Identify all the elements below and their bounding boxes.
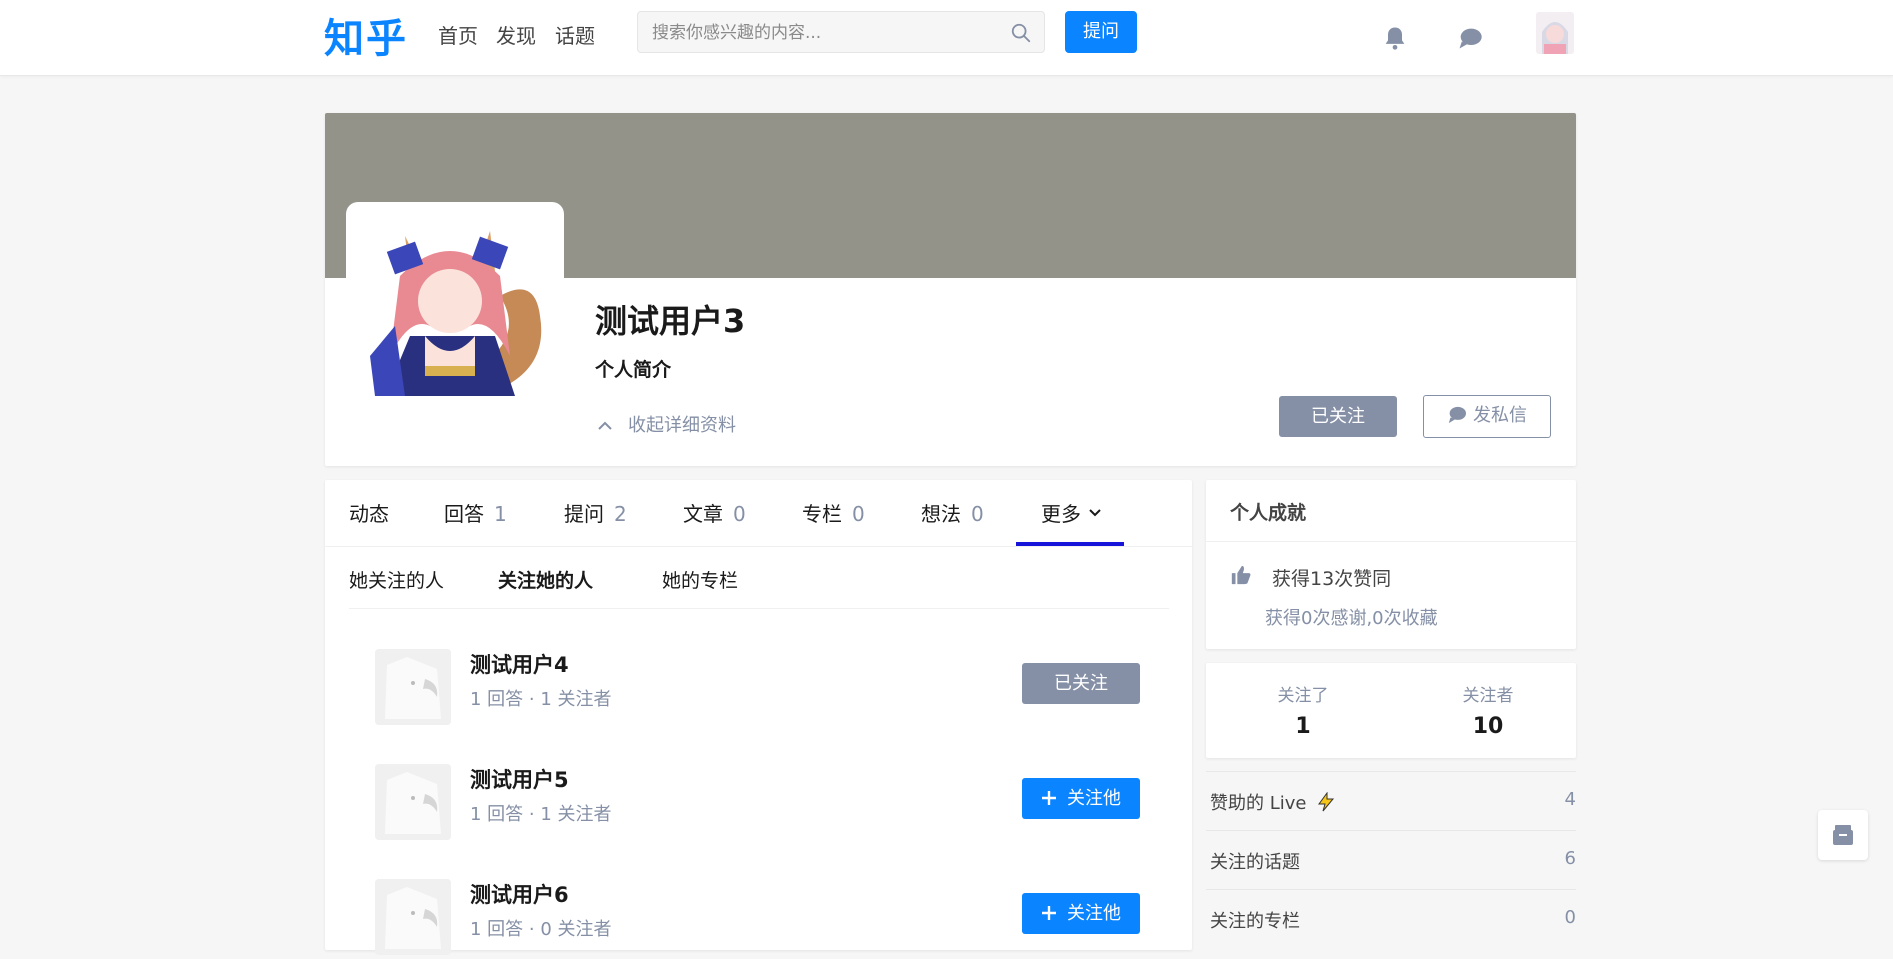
likes-received: 获得13次赞同: [1272, 568, 1392, 590]
lightning-icon: [1318, 791, 1335, 812]
followed-button[interactable]: 已关注: [1022, 663, 1140, 704]
profile-tabs: 动态 回答 1 提问 2 文章 0 专栏 0 想法 0 更多: [325, 480, 1192, 547]
inbox-icon: [1833, 825, 1853, 845]
main-content-card: 动态 回答 1 提问 2 文章 0 专栏 0 想法 0 更多 她关注的人 关注她的人 她的…: [325, 480, 1192, 955]
search-icon[interactable]: [1010, 22, 1032, 44]
user-name[interactable]: 测试用户4: [470, 649, 569, 679]
tab-more[interactable]: 更多: [1041, 498, 1102, 527]
tab-columns[interactable]: 专栏 0: [802, 498, 865, 527]
side-list-item-topics[interactable]: 关注的话题 6: [1206, 830, 1576, 890]
followers-label: 关注者: [1462, 686, 1514, 706]
floating-action-button[interactable]: [1818, 810, 1868, 860]
user-name[interactable]: 测试用户5: [470, 764, 569, 794]
chat-icon: [1448, 406, 1466, 424]
followers-stat[interactable]: 关注者 10: [1408, 681, 1568, 739]
followers-count: 10: [1472, 714, 1504, 739]
send-message-label: 发私信: [1473, 405, 1527, 426]
user-meta: 1 回答 · 1 关注者: [470, 804, 612, 825]
nav-topics[interactable]: 话题: [555, 20, 595, 49]
profile-header-card: 测试用户3 个人简介 收起详细资料 已关注 发私信: [325, 113, 1576, 466]
bio-label: 个人简介: [595, 359, 672, 381]
user-avatar[interactable]: [1536, 12, 1574, 54]
chevron-up-icon: [598, 421, 612, 430]
thumbs-up-icon: [1231, 565, 1251, 585]
following-stat[interactable]: 关注了 1: [1223, 681, 1383, 739]
tab-articles[interactable]: 文章 0: [683, 498, 746, 527]
list-item: 测试用户5 1 回答 · 1 关注者 关注他: [375, 764, 1145, 844]
user-avatar-placeholder[interactable]: [375, 764, 451, 840]
list-item: 测试用户4 1 回答 · 1 关注者 已关注: [375, 649, 1145, 729]
follow-button[interactable]: 关注他: [1022, 893, 1140, 934]
tab-thoughts[interactable]: 想法 0: [921, 498, 984, 527]
chevron-down-icon: [1089, 509, 1102, 517]
followed-button[interactable]: 已关注: [1279, 396, 1397, 437]
user-avatar-placeholder[interactable]: [375, 879, 451, 955]
collapse-details-label: 收起详细资料: [628, 415, 736, 436]
ask-question-button[interactable]: 提问: [1065, 11, 1137, 53]
list-item: 测试用户6 1 回答 · 0 关注者 关注他: [375, 879, 1145, 959]
profile-avatar[interactable]: [350, 206, 560, 416]
following-label: 关注了: [1277, 686, 1329, 706]
user-meta: 1 回答 · 0 关注者: [470, 919, 612, 940]
divider: [1206, 541, 1576, 542]
plus-icon: [1042, 906, 1056, 920]
profile-name: 测试用户3: [595, 302, 746, 340]
tab-answers[interactable]: 回答 1: [444, 498, 507, 527]
tab-questions[interactable]: 提问 2: [564, 498, 627, 527]
achievements-card: 个人成就 获得13次赞同 获得0次感谢,0次收藏: [1206, 480, 1576, 649]
zhihu-logo[interactable]: 知乎: [324, 6, 408, 64]
thanks-received: 获得0次感谢,0次收藏: [1265, 608, 1438, 629]
user-name[interactable]: 测试用户6: [470, 879, 569, 909]
side-list-item-live[interactable]: 赞助的 Live 4: [1206, 771, 1576, 831]
top-bar: 知乎 首页 发现 话题 提问: [0, 0, 1893, 76]
follow-button[interactable]: 关注他: [1022, 778, 1140, 819]
tab-activity[interactable]: 动态: [349, 498, 389, 527]
following-count: 1: [1295, 714, 1311, 739]
search-box: [637, 11, 1045, 54]
messages-icon[interactable]: [1456, 24, 1484, 52]
subtab-her-followers[interactable]: 关注她的人: [498, 566, 593, 593]
nav-discover[interactable]: 发现: [496, 20, 536, 49]
nav-home[interactable]: 首页: [438, 20, 478, 49]
collapse-details-link[interactable]: 收起详细资料: [598, 411, 736, 437]
user-avatar-placeholder[interactable]: [375, 649, 451, 725]
side-list-item-columns[interactable]: 关注的专栏 0: [1206, 889, 1576, 949]
subtab-her-following[interactable]: 她关注的人: [349, 566, 444, 593]
bell-icon[interactable]: [1381, 24, 1409, 52]
user-meta: 1 回答 · 1 关注者: [470, 689, 612, 710]
send-message-button[interactable]: 发私信: [1423, 395, 1551, 438]
subtab-her-columns[interactable]: 她的专栏: [662, 566, 738, 593]
plus-icon: [1042, 791, 1056, 805]
search-input[interactable]: [650, 12, 994, 54]
achievements-title: 个人成就: [1230, 502, 1307, 524]
follow-subtabs: 她关注的人 关注她的人 她的专栏: [349, 546, 1169, 609]
follow-stats-card: 关注了 1 关注者 10: [1206, 663, 1576, 758]
